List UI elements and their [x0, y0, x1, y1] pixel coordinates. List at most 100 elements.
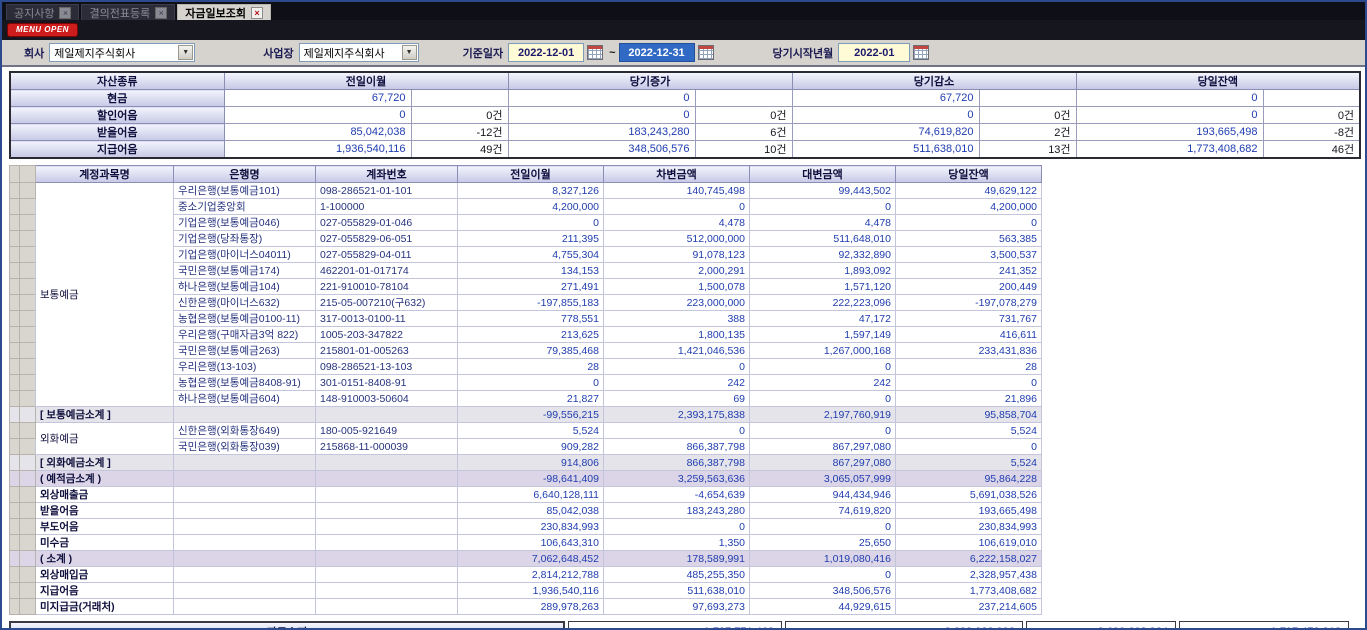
close-icon[interactable]: × [155, 7, 167, 19]
asset-type-label: 지급어음 [10, 141, 224, 159]
row-selector[interactable] [20, 407, 36, 423]
amount-cell: -98,641,409 [458, 471, 604, 487]
tab-2[interactable]: 결의전표등록× [81, 4, 175, 20]
row-selector[interactable] [20, 423, 36, 439]
row-selector[interactable] [20, 503, 36, 519]
chevron-down-icon[interactable]: ▼ [402, 45, 417, 60]
account-name: 보통예금 [36, 183, 174, 407]
amount-cell: 91,078,123 [604, 247, 750, 263]
row-selector[interactable] [10, 183, 20, 199]
summary-amount: 1,773,408,682 [1076, 141, 1263, 159]
date-from-input[interactable]: 2022-12-01 [508, 43, 584, 62]
row-selector[interactable] [10, 327, 20, 343]
row-selector[interactable] [20, 183, 36, 199]
row-selector[interactable] [10, 343, 20, 359]
row-selector[interactable] [10, 263, 20, 279]
row-selector[interactable] [20, 519, 36, 535]
row-selector[interactable] [20, 567, 36, 583]
summary-header-row: 자산종류전일이월당기증가당기감소당일잔액 [10, 72, 1360, 90]
amount-cell: 1,936,540,116 [458, 583, 604, 599]
amount-cell: 241,352 [896, 263, 1042, 279]
calendar-icon[interactable] [913, 45, 929, 60]
account-number: 098-286521-13-103 [316, 359, 458, 375]
row-selector[interactable] [10, 423, 20, 439]
row-selector[interactable] [10, 583, 20, 599]
summary-count: -8건 [1263, 124, 1360, 141]
row-selector[interactable] [20, 535, 36, 551]
row-selector[interactable] [10, 311, 20, 327]
row-selector[interactable] [10, 391, 20, 407]
row-selector[interactable] [20, 599, 36, 615]
calendar-icon[interactable] [587, 45, 603, 60]
row-selector[interactable] [10, 535, 20, 551]
row-selector[interactable] [20, 295, 36, 311]
row-selector[interactable] [20, 551, 36, 567]
row-selector[interactable] [10, 279, 20, 295]
tab-3[interactable]: 자금일보조회× [177, 4, 271, 20]
row-selector[interactable] [20, 487, 36, 503]
company-select[interactable]: 제일제지주식회사 ▼ [49, 43, 195, 62]
row-selector[interactable] [20, 327, 36, 343]
footer-total-cell: 2,328,932,998 [785, 621, 1023, 628]
row-selector[interactable] [20, 279, 36, 295]
account-number: 1005-203-347822 [316, 327, 458, 343]
row-selector[interactable] [10, 407, 20, 423]
row-selector[interactable] [20, 199, 36, 215]
row-selector[interactable] [20, 215, 36, 231]
bank-name [174, 535, 316, 551]
bank-name [174, 407, 316, 423]
row-selector[interactable] [20, 471, 36, 487]
period-start-input[interactable]: 2022-01 [838, 43, 910, 62]
row-selector[interactable] [20, 583, 36, 599]
amount-cell: 348,506,576 [750, 583, 896, 599]
tab-1[interactable]: 공지사항× [6, 4, 79, 20]
row-selector[interactable] [10, 487, 20, 503]
row-selector[interactable] [10, 247, 20, 263]
summary-amount: 0 [1076, 90, 1263, 107]
amount-cell: 237,214,605 [896, 599, 1042, 615]
row-selector[interactable] [10, 455, 20, 471]
row-selector[interactable] [20, 391, 36, 407]
row-selector[interactable] [10, 519, 20, 535]
row-selector[interactable] [10, 231, 20, 247]
row-selector[interactable] [20, 359, 36, 375]
base-date-label: 기준일자 [463, 45, 503, 61]
row-selector[interactable] [20, 263, 36, 279]
row-selector[interactable] [10, 359, 20, 375]
chevron-down-icon[interactable]: ▼ [178, 45, 193, 60]
row-selector[interactable] [10, 295, 20, 311]
menu-open-button[interactable]: MENU OPEN [7, 23, 78, 37]
amount-cell: 0 [896, 439, 1042, 455]
row-selector[interactable] [20, 343, 36, 359]
row-selector[interactable] [20, 439, 36, 455]
row-selector[interactable] [10, 503, 20, 519]
row-selector[interactable] [10, 567, 20, 583]
row-selector[interactable] [20, 231, 36, 247]
row-selector[interactable] [20, 455, 36, 471]
amount-cell: 0 [750, 199, 896, 215]
row-selector[interactable] [20, 375, 36, 391]
amount-cell: 1,267,000,168 [750, 343, 896, 359]
amount-cell: 3,259,563,636 [604, 471, 750, 487]
row-selector[interactable] [20, 247, 36, 263]
amount-cell: 4,200,000 [458, 199, 604, 215]
close-icon[interactable]: × [59, 7, 71, 19]
row-selector[interactable] [10, 471, 20, 487]
row-selector[interactable] [10, 551, 20, 567]
row-selector[interactable] [10, 215, 20, 231]
account-name: 외화예금 [36, 423, 174, 455]
account-number [316, 551, 458, 567]
calendar-icon[interactable] [698, 45, 714, 60]
summary-amount: 0 [508, 90, 695, 107]
row-selector[interactable] [10, 199, 20, 215]
close-icon[interactable]: × [251, 7, 263, 19]
row-selector[interactable] [10, 599, 20, 615]
row-selector[interactable] [20, 311, 36, 327]
amount-cell: 271,491 [458, 279, 604, 295]
date-to-input[interactable]: 2022-12-31 [619, 43, 695, 62]
amount-cell: 0 [750, 391, 896, 407]
site-select[interactable]: 제일제지주식회사 ▼ [299, 43, 419, 62]
amount-cell: 85,042,038 [458, 503, 604, 519]
row-selector[interactable] [10, 375, 20, 391]
row-selector[interactable] [10, 439, 20, 455]
